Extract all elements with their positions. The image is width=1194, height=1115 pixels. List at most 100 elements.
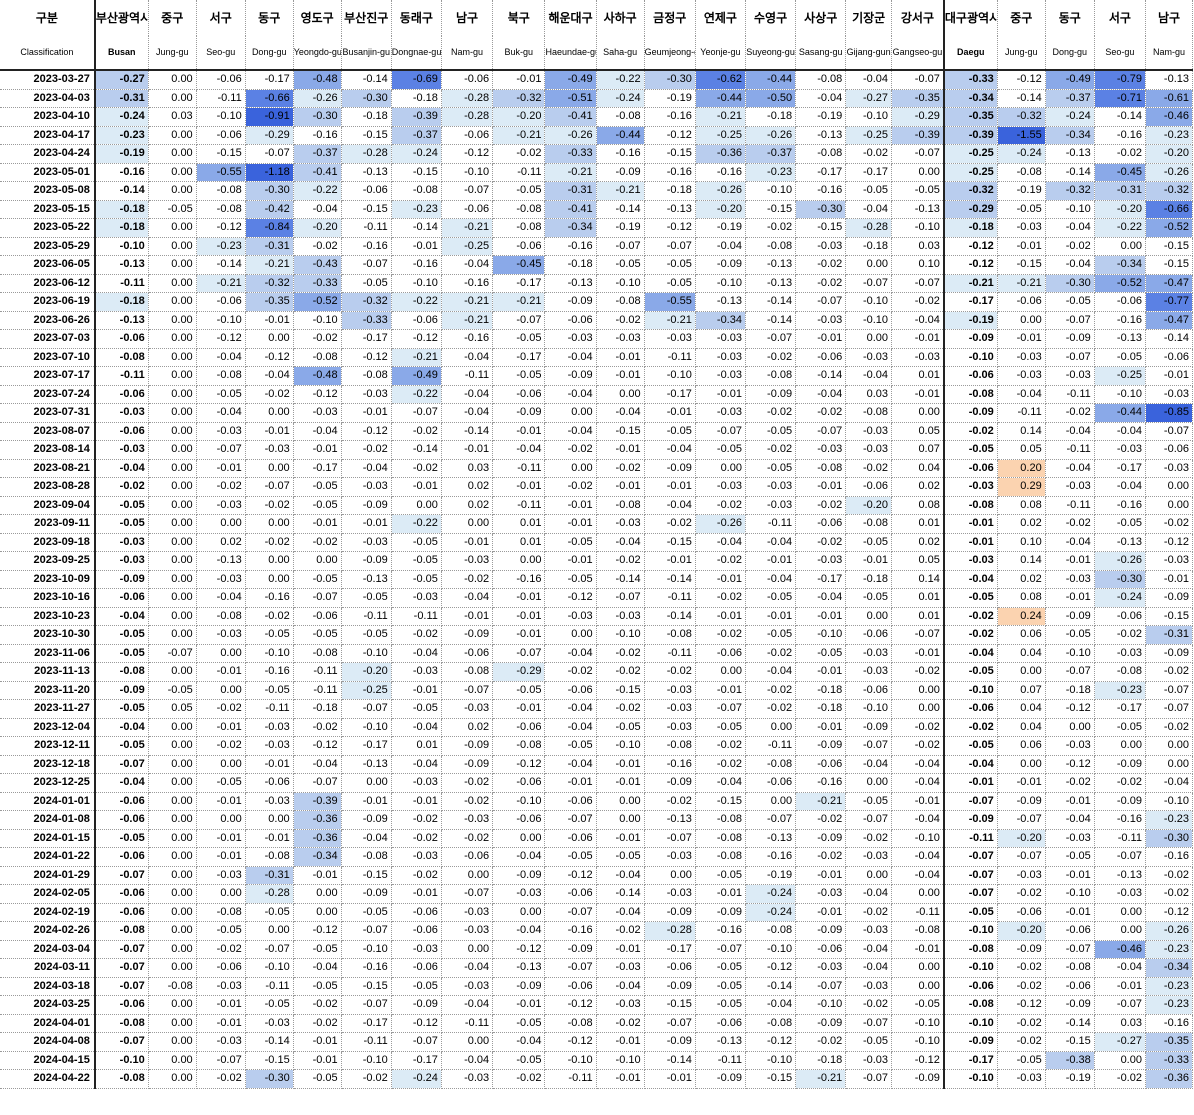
district-value-cell: -0.30	[1094, 570, 1146, 589]
district-value-cell: 0.00	[148, 311, 197, 330]
district-value-cell: -0.21	[391, 348, 442, 367]
district-value-cell: -0.01	[997, 329, 1046, 349]
district-value-cell: -0.07	[997, 810, 1046, 830]
district-value-cell: -0.05	[492, 181, 546, 201]
district-value-cell: -0.09	[644, 977, 696, 996]
district-value-cell: 0.03	[845, 385, 893, 404]
district-value-cell: -0.30	[1145, 829, 1194, 848]
district-value-cell: -0.10	[341, 644, 392, 663]
district-value-cell: -0.01	[596, 1069, 645, 1089]
district-value-cell: -0.02	[644, 514, 696, 534]
row-date: 2023-09-04	[0, 496, 96, 515]
district-value-cell: -0.25	[695, 126, 746, 145]
district-value-cell: -0.14	[644, 607, 696, 626]
column-header-kor: 수영구	[745, 0, 797, 36]
district-value-cell: -0.06	[492, 810, 546, 830]
district-value-cell: -0.27	[1094, 1032, 1146, 1052]
district-value-cell: -0.04	[341, 459, 392, 478]
district-value-cell: -0.02	[391, 829, 442, 848]
district-value-cell: -0.08	[544, 1014, 597, 1033]
district-value-cell: -0.01	[891, 940, 945, 959]
district-value-cell: -0.12	[391, 329, 442, 349]
district-value-cell: 0.00	[245, 810, 294, 830]
district-value-cell: -0.09	[441, 625, 494, 645]
district-value-cell: -0.04	[845, 200, 893, 219]
district-value-cell: -0.02	[196, 736, 246, 756]
district-value-cell: 0.00	[148, 921, 197, 941]
district-value-cell: -0.13	[644, 200, 696, 219]
district-value-cell: -0.11	[492, 459, 546, 478]
district-value-cell: -0.09	[997, 792, 1046, 811]
row-date: 2023-06-12	[0, 274, 96, 293]
city-average-cell: -0.06	[942, 459, 998, 478]
district-value-cell: -0.10	[1094, 385, 1146, 404]
district-value-cell: -0.08	[695, 810, 746, 830]
city-average-cell: -0.03	[942, 477, 998, 497]
district-value-cell: -0.03	[1094, 440, 1146, 460]
district-value-cell: -0.07	[544, 903, 597, 922]
district-value-cell: -0.19	[695, 218, 746, 238]
column-header-eng: Sasang-gu	[795, 36, 847, 71]
district-value-cell: -0.32	[1145, 181, 1194, 201]
district-value-cell: -0.06	[1145, 348, 1194, 367]
column-header-eng: Nam-gu	[1145, 36, 1194, 71]
city-average-cell: -0.07	[942, 866, 998, 885]
district-value-cell: -0.01	[695, 607, 746, 626]
district-value-cell: -0.45	[492, 255, 546, 275]
district-value-cell: -0.49	[1045, 70, 1095, 90]
district-value-cell: -0.08	[795, 459, 847, 478]
city-average-cell: -0.07	[94, 1032, 149, 1052]
district-value-cell: -0.30	[644, 70, 696, 90]
district-value-cell: -0.03	[341, 477, 392, 497]
district-value-cell: -0.08	[148, 977, 197, 996]
row-date: 2023-08-14	[0, 440, 96, 460]
district-value-cell: -0.09	[891, 1069, 945, 1089]
district-value-cell: 0.00	[148, 940, 197, 959]
district-value-cell: -0.21	[795, 792, 847, 811]
district-value-cell: 0.00	[245, 921, 294, 941]
district-value-cell: -0.07	[441, 884, 494, 904]
district-value-cell: -0.04	[441, 255, 494, 275]
column-header-eng: Dong-gu	[245, 36, 294, 71]
district-value-cell: -0.09	[1094, 792, 1146, 811]
district-value-cell: -0.11	[492, 496, 546, 515]
district-value-cell: -0.10	[1045, 644, 1095, 663]
district-value-cell: -0.03	[695, 403, 746, 423]
district-value-cell: -0.36	[695, 144, 746, 164]
city-average-cell: -0.13	[94, 311, 149, 330]
district-value-cell: -0.11	[1094, 829, 1146, 848]
district-value-cell: 0.00	[845, 329, 893, 349]
district-value-cell: -0.21	[492, 126, 546, 145]
district-value-cell: 0.00	[196, 644, 246, 663]
district-value-cell: -0.12	[196, 329, 246, 349]
district-value-cell: -0.19	[596, 218, 645, 238]
district-value-cell: -0.06	[795, 940, 847, 959]
district-value-cell: -0.03	[391, 940, 442, 959]
district-value-cell: -0.05	[1045, 292, 1095, 312]
district-value-cell: -0.02	[293, 995, 342, 1015]
district-value-cell: -0.05	[596, 847, 645, 867]
district-value-cell: -0.25	[441, 237, 494, 256]
district-value-cell: -0.38	[1045, 1051, 1095, 1070]
district-value-cell: -0.02	[745, 699, 797, 719]
district-value-cell: -0.03	[795, 884, 847, 904]
city-average-cell: -0.16	[94, 163, 149, 182]
district-value-cell: -0.14	[644, 570, 696, 589]
district-value-cell: -0.10	[644, 366, 696, 386]
district-value-cell: -0.01	[795, 477, 847, 497]
district-value-cell: 0.10	[891, 255, 945, 275]
district-value-cell: -0.02	[391, 866, 442, 885]
district-value-cell: -0.18	[795, 1051, 847, 1070]
district-value-cell: 0.20	[997, 459, 1046, 478]
district-value-cell: -0.04	[997, 385, 1046, 404]
district-value-cell: -0.03	[596, 329, 645, 349]
district-value-cell: -0.02	[795, 274, 847, 293]
column-header-kor: 사하구	[596, 0, 645, 36]
district-value-cell: -0.08	[745, 755, 797, 774]
district-value-cell: -0.23	[1145, 126, 1194, 145]
district-value-cell: -0.06	[1045, 977, 1095, 996]
district-value-cell: -0.12	[341, 348, 392, 367]
district-value-cell: -0.02	[1145, 884, 1194, 904]
row-date: 2024-02-26	[0, 921, 96, 941]
district-value-cell: -0.01	[596, 773, 645, 793]
